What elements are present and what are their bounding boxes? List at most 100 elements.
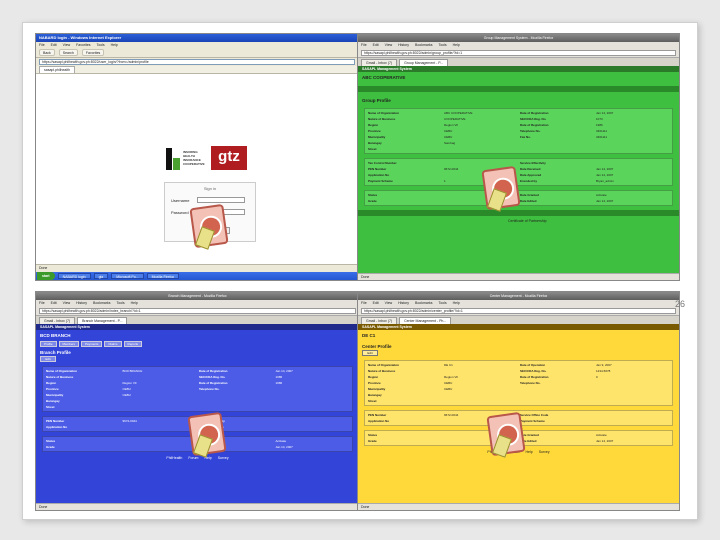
tab-gmail[interactable]: Gmail - Inbox (7): [361, 317, 398, 324]
menu-edit[interactable]: Edit: [373, 43, 379, 47]
footer-link-survey[interactable]: Survey: [539, 450, 550, 454]
field-value: 1073: [596, 117, 603, 121]
back-button[interactable]: Back: [39, 49, 55, 56]
menu-file[interactable]: File: [39, 301, 45, 305]
tab-group-management[interactable]: Group Management - P...: [399, 59, 449, 66]
field-label: Date Edited: [520, 439, 537, 443]
menu-edit[interactable]: Edit: [373, 301, 379, 305]
field-value: 3461111: [596, 135, 608, 139]
tab-gmail[interactable]: Gmail - Inbox (7): [361, 59, 398, 66]
field-value: [276, 387, 350, 391]
menu-view[interactable]: View: [63, 301, 71, 305]
menu-file[interactable]: File: [361, 43, 367, 47]
url-input[interactable]: https://sasapl.philhealth.gov.ph:8022/ad…: [361, 308, 676, 314]
presentation-media-icon: [186, 203, 232, 250]
edit-button[interactable]: Edit: [40, 356, 56, 362]
field-value: Sambag: [444, 141, 456, 145]
field-label: Service Office Code: [520, 413, 549, 417]
field-value: Jan 14, 2007: [596, 111, 614, 115]
menu-file[interactable]: File: [39, 43, 45, 47]
menu-bookmarks[interactable]: Bookmarks: [93, 301, 111, 305]
nav-payments-button[interactable]: Payments: [81, 341, 103, 347]
window-title: Group Management System - Mozilla Firefo…: [358, 34, 679, 42]
menu-file[interactable]: File: [361, 301, 367, 305]
menu-help[interactable]: Help: [131, 301, 138, 305]
menu-history[interactable]: History: [76, 301, 87, 305]
field-value: [596, 393, 669, 397]
field-label: Province: [368, 381, 381, 385]
username-input[interactable]: [197, 197, 245, 203]
field-label: [520, 141, 593, 145]
field-value: [596, 161, 669, 165]
nav-reports-button[interactable]: Reports: [123, 341, 143, 347]
menu-tools[interactable]: Tools: [438, 301, 446, 305]
menu-edit[interactable]: Edit: [51, 301, 57, 305]
search-button[interactable]: Search: [58, 49, 78, 56]
menu-help[interactable]: Help: [453, 301, 460, 305]
field-value: CEBU: [122, 387, 131, 391]
field-value: [444, 369, 517, 373]
field-value: CEBU: [444, 381, 453, 385]
field-label: Application No: [368, 173, 390, 177]
address-bar: https://sasapl.philhealth.gov.ph:8022/us…: [36, 58, 358, 66]
nav-claims-button[interactable]: Claims: [104, 341, 122, 347]
profile-section-1: Name of Organization DE C1 Date of Operati…: [364, 360, 673, 406]
url-input[interactable]: https://sasapl.philhealth.gov.ph:8022/ad…: [361, 50, 676, 56]
nav-members-button[interactable]: Members: [58, 341, 80, 347]
menu-bar: File Edit View History Bookmarks Tools H…: [36, 300, 359, 307]
field-label: Date of Registration: [199, 381, 228, 385]
field-label: Grade: [368, 439, 377, 443]
field-label: [199, 399, 273, 403]
field-label: Name of Organization: [46, 369, 78, 373]
menu-bookmarks[interactable]: Bookmarks: [415, 43, 433, 47]
taskbar-item[interactable]: Microsoft Po...: [111, 273, 144, 279]
field-label: Nature of Business: [368, 117, 396, 121]
field-label: [520, 147, 593, 151]
menu-favorites[interactable]: Favorites: [76, 43, 90, 47]
menu-tools[interactable]: Tools: [96, 43, 104, 47]
page-content: INSURING HEALTH INSURANCE COOPERATIVE gt…: [36, 74, 358, 269]
edit-button[interactable]: Edit: [362, 350, 378, 356]
field-label: [199, 393, 273, 397]
menu-tools[interactable]: Tools: [438, 43, 446, 47]
certificate-label: Certificate of Partnership: [508, 219, 547, 223]
start-button[interactable]: start: [37, 272, 55, 280]
taskbar-item[interactable]: Mozilla Firefox: [146, 273, 180, 279]
menu-view[interactable]: View: [385, 301, 393, 305]
menu-history[interactable]: History: [398, 301, 409, 305]
menu-history[interactable]: History: [398, 43, 409, 47]
footer-link-philhealth[interactable]: PhilHealth: [166, 456, 182, 460]
menu-help[interactable]: Help: [453, 43, 460, 47]
profile-title: Group Profile: [362, 98, 391, 103]
url-input[interactable]: https://sasapl.philhealth.gov.ph:8022/ad…: [39, 308, 356, 314]
tab-gmail[interactable]: Gmail - Inbox (7): [39, 317, 76, 324]
menu-help[interactable]: Help: [111, 43, 118, 47]
taskbar: start NABARD login gtz Microsoft Po... M…: [36, 272, 358, 280]
nav-profile-button[interactable]: Profile: [40, 341, 57, 347]
login-heading: Sign in: [203, 186, 217, 191]
menu-bar: File Edit View History Bookmarks Tools H…: [358, 42, 679, 49]
taskbar-item[interactable]: gtz: [93, 273, 109, 279]
tab-login[interactable]: sasapl.philhealth: [39, 66, 76, 73]
field-label: Province: [46, 387, 59, 391]
field-value: [596, 399, 669, 403]
field-value: Activate: [596, 193, 607, 197]
tab-branch-management[interactable]: Branch Management - P...: [77, 317, 128, 324]
address-input[interactable]: https://sasapl.philhealth.gov.ph:8022/us…: [39, 59, 355, 65]
favorites-button[interactable]: Favorites: [81, 49, 105, 56]
taskbar-item[interactable]: NABARD login: [57, 273, 91, 279]
logo-text: INSURING HEALTH INSURANCE COOPERATIVE: [183, 150, 205, 166]
presentation-media-icon: [483, 411, 529, 458]
field-label: Fax No.: [520, 135, 531, 139]
tab-center-management[interactable]: Center Management - Ph...: [399, 317, 452, 324]
field-label: Date Edited: [520, 199, 537, 203]
menu-view[interactable]: View: [385, 43, 393, 47]
menu-edit[interactable]: Edit: [51, 43, 57, 47]
field-label: Service Effectivity: [520, 161, 546, 165]
field-label: Telephone No.: [199, 387, 220, 391]
menu-tools[interactable]: Tools: [116, 301, 124, 305]
menu-view[interactable]: View: [63, 43, 71, 47]
nav-bar: https://sasapl.philhealth.gov.ph:8022/ad…: [358, 307, 679, 316]
presentation-slide: NABARD login - Windows Internet Explorer…: [22, 22, 698, 520]
menu-bookmarks[interactable]: Bookmarks: [415, 301, 433, 305]
